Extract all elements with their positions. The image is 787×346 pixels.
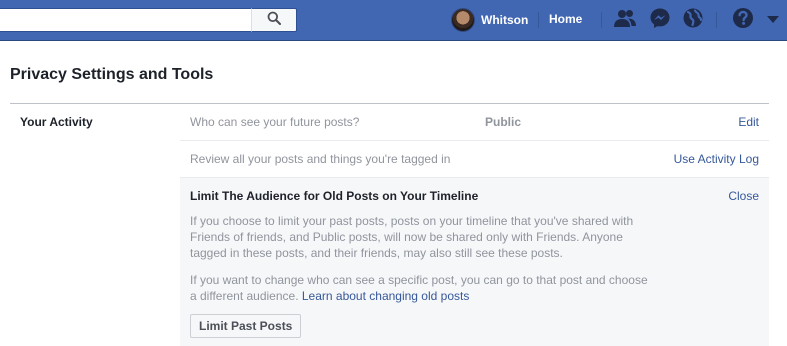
setting-question: Who can see your future posts? <box>190 115 360 129</box>
description-line: tagged in these posts, and their friends… <box>190 246 563 260</box>
edit-link[interactable]: Edit <box>738 115 759 129</box>
section-label-your-activity: Your Activity <box>20 115 93 129</box>
description-line: Friends of friends, and Public posts, wi… <box>190 230 623 244</box>
friends-icon <box>613 8 637 33</box>
profile-name: Whitson <box>481 13 529 27</box>
search-bar <box>0 8 297 32</box>
setting-row-review-posts: Review all your posts and things you're … <box>180 141 769 178</box>
messenger-icon <box>649 7 671 34</box>
profile-link[interactable]: Whitson <box>451 7 528 33</box>
description-line: If you choose to limit your past posts, … <box>190 214 634 228</box>
nav-divider <box>538 12 539 28</box>
panel-title: Limit The Audience for Old Posts on Your… <box>190 189 479 203</box>
friend-requests-button[interactable] <box>613 9 637 31</box>
nav-divider <box>716 12 717 28</box>
messages-button[interactable] <box>648 7 672 34</box>
search-button[interactable] <box>251 8 297 32</box>
limit-old-posts-panel: Limit The Audience for Old Posts on Your… <box>180 178 769 346</box>
page-title: Privacy Settings and Tools <box>10 66 214 83</box>
top-nav-bar: Whitson Home <box>0 0 787 41</box>
setting-value: Public <box>485 115 522 129</box>
nav-divider <box>601 12 602 28</box>
panel-help-text: If you want to change who can see a spec… <box>190 272 660 304</box>
help-button[interactable] <box>731 7 755 34</box>
setting-question: Review all your posts and things you're … <box>190 152 451 166</box>
learn-about-old-posts-link[interactable]: Learn about changing old posts <box>302 289 469 303</box>
account-menu-button[interactable] <box>763 9 783 31</box>
notifications-button[interactable] <box>681 7 705 34</box>
panel-description: If you choose to limit your past posts, … <box>190 213 660 261</box>
home-link[interactable]: Home <box>549 12 582 26</box>
limit-past-posts-button[interactable]: Limit Past Posts <box>190 314 302 338</box>
help-line-text: a different audience. <box>190 289 302 303</box>
setting-row-future-posts: Who can see your future posts? Public Ed… <box>180 104 769 141</box>
use-activity-log-link[interactable]: Use Activity Log <box>674 152 759 166</box>
close-link[interactable]: Close <box>728 189 759 203</box>
search-input[interactable] <box>0 8 251 32</box>
search-icon <box>267 11 281 30</box>
avatar <box>451 8 475 32</box>
globe-icon <box>682 7 704 34</box>
help-line: a different audience. Learn about changi… <box>190 288 660 304</box>
help-line: If you want to change who can see a spec… <box>190 273 648 287</box>
help-icon <box>732 7 754 34</box>
caret-down-icon <box>767 11 779 29</box>
